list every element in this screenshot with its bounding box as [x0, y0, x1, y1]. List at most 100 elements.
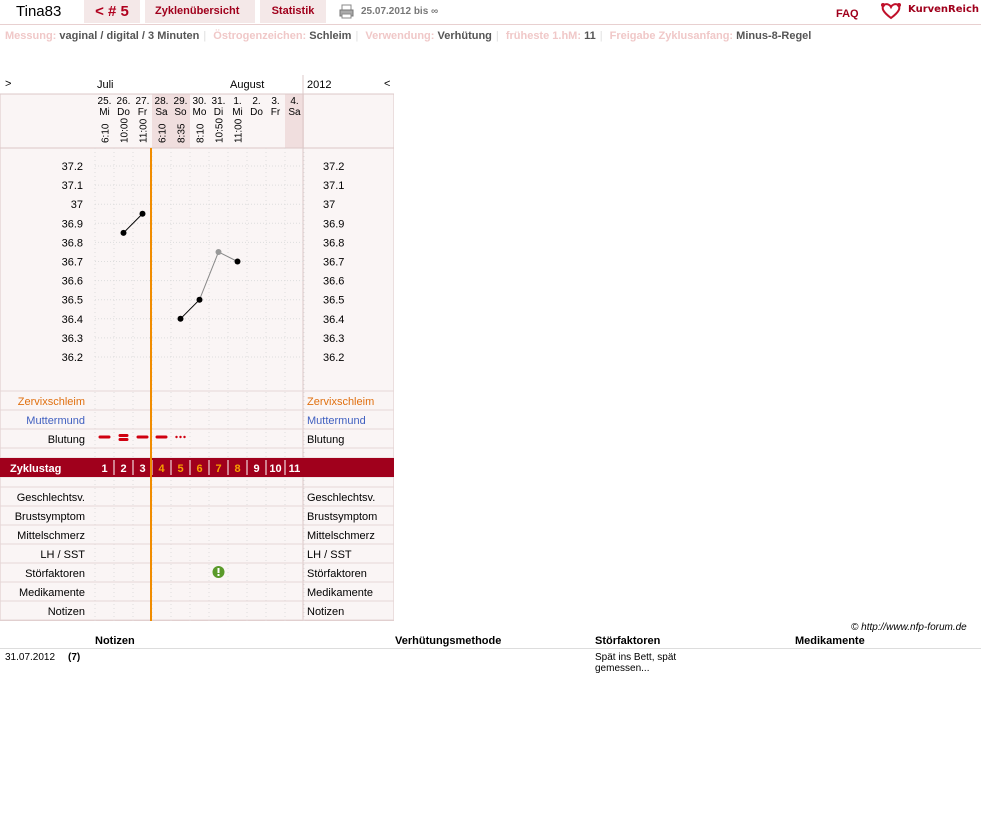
tab-statistics[interactable]: Statistik — [260, 0, 326, 23]
day-date-label: 2. — [252, 96, 260, 107]
y-tick-label-right: 37 — [323, 199, 335, 211]
row-label-left: Geschlechtsv. — [17, 492, 85, 504]
spotting-dot — [179, 435, 182, 439]
day-date-label: 28. — [155, 96, 169, 107]
y-tick-label-right: 36.4 — [323, 314, 344, 326]
y-tick-label: 36.8 — [62, 237, 83, 249]
row-label-left: Zervixschleim — [18, 396, 85, 408]
row-label-left: Störfaktoren — [25, 568, 85, 580]
y-tick-label: 36.4 — [62, 314, 83, 326]
y-tick-label: 36.3 — [62, 333, 83, 345]
y-tick-label: 37.1 — [62, 180, 83, 192]
temp-point[interactable] — [120, 229, 127, 236]
y-tick-label-right: 37.2 — [323, 161, 344, 173]
temp-point[interactable] — [234, 258, 241, 265]
day-time-label: 8:10 — [196, 123, 207, 143]
y-tick-label: 37 — [71, 199, 83, 211]
day-date-label: 27. — [136, 96, 150, 107]
method-header: Verhütungsmethode — [395, 635, 502, 647]
bleeding-mark — [136, 435, 149, 439]
y-tick-label: 36.9 — [62, 218, 83, 230]
temp-point[interactable] — [177, 315, 184, 322]
temp-point[interactable] — [215, 248, 222, 255]
cycle-day-number: 8 — [234, 463, 240, 475]
row-label-left: Brustsymptom — [15, 511, 85, 523]
day-time-label: 6:10 — [158, 123, 169, 143]
temp-point[interactable] — [196, 296, 203, 303]
day-time-label: 10:50 — [215, 118, 226, 143]
row-label-left: Notizen — [48, 606, 85, 618]
cycle-day-number: 1 — [101, 463, 107, 475]
day-weekday-label: Sa — [155, 107, 168, 118]
cycle-day-number: 7 — [215, 463, 221, 475]
row-label-right: Notizen — [307, 606, 344, 618]
day-time-label: 11:00 — [234, 118, 245, 143]
day-weekday-label: Mo — [193, 107, 207, 118]
nav-next-button[interactable]: < — [384, 78, 390, 90]
y-tick-label-right: 36.3 — [323, 333, 344, 345]
day-weekday-label: Sa — [288, 107, 301, 118]
temp-point[interactable] — [139, 210, 146, 217]
info-label-usage: Verwendung: — [365, 30, 435, 42]
note-cycle-day: (7) — [68, 652, 81, 663]
y-tick-label: 36.5 — [62, 295, 83, 307]
day-date-label: 3. — [271, 96, 279, 107]
y-tick-label-right: 36.8 — [323, 237, 344, 249]
nav-prev-button[interactable]: > — [5, 78, 11, 90]
notes-header: Notizen — [95, 635, 135, 647]
cycle-day-number: 5 — [177, 463, 183, 475]
row-label-right: Medikamente — [307, 587, 373, 599]
cycle-day-number: 4 — [158, 463, 165, 475]
disturbance-icon-mark — [217, 568, 220, 573]
day-weekday-label: So — [174, 107, 187, 118]
y-tick-label: 37.2 — [62, 161, 83, 173]
note-row: 31.07.2012 (7) Spät ins Bett, spät gemes… — [0, 648, 981, 674]
day-weekday-label: Mi — [232, 107, 243, 118]
row-label-right: LH / SST — [307, 549, 352, 561]
day-time-label: 11:00 — [139, 118, 150, 143]
heart-logo-icon[interactable] — [880, 2, 902, 20]
info-label-earliest: früheste 1.hM: — [505, 30, 581, 42]
y-tick-label-right: 36.7 — [323, 257, 344, 269]
row-label-right: Mittelschmerz — [307, 530, 375, 542]
y-tick-label-right: 36.5 — [323, 295, 344, 307]
disturbances-header: Störfaktoren — [595, 635, 661, 647]
medication-header: Medikamente — [795, 635, 865, 647]
info-label-release: Freigabe Zyklusanfang: — [609, 30, 734, 42]
date-range: 25.07.2012 bis ∞ — [361, 6, 439, 17]
bleeding-mark — [118, 438, 129, 441]
cycle-chart: > <2012 Juli August 25. Mi 6:10 26. Do 10:00 27. Fr… — [0, 74, 395, 622]
bleeding-mark — [155, 435, 168, 439]
spotting-dot — [183, 435, 186, 439]
day-weekday-label: Fr — [271, 107, 281, 118]
day-date-label: 31. — [212, 96, 226, 107]
tab-cycle-overview[interactable]: Zyklenübersicht — [145, 0, 255, 23]
user-name: Tina83 — [0, 0, 82, 23]
month-bar-bg — [0, 75, 394, 94]
note-disturbance: Spät ins Bett, spät gemessen... — [595, 652, 677, 674]
top-bar: Tina83 < # 5 Zyklenübersicht Statistik 2… — [0, 0, 981, 25]
day-weekday-label: Fr — [138, 107, 148, 118]
day-weekday-label: Mi — [99, 107, 110, 118]
cycle-nav-button[interactable]: < # 5 — [84, 0, 140, 23]
copyright: © http://www.nfp-forum.de — [851, 622, 967, 633]
y-tick-label: 36.7 — [62, 257, 83, 269]
day-weekday-label: Do — [250, 107, 263, 118]
row-label-left: Medikamente — [19, 587, 85, 599]
row-label-left: Mittelschmerz — [17, 530, 85, 542]
day-date-label: 4. — [290, 96, 298, 107]
y-tick-label-right: 36.6 — [323, 276, 344, 288]
note-date: 31.07.2012 — [5, 652, 56, 663]
y-tick-label-right: 37.1 — [323, 180, 344, 192]
info-bar: Messung: vaginal / digital / 3 Minuten | … — [5, 30, 812, 42]
cycle-day-number: 2 — [120, 463, 126, 475]
faq-link[interactable]: FAQ — [836, 8, 859, 20]
printer-icon[interactable] — [339, 4, 354, 19]
cycle-day-number: 6 — [196, 463, 202, 475]
day-time-label: 8:35 — [177, 123, 188, 143]
cycle-day-number: 9 — [253, 463, 259, 475]
logo-text[interactable]: KurvenReich — [908, 4, 979, 15]
y-tick-label-right: 36.2 — [323, 352, 344, 364]
month-label: August — [230, 79, 264, 91]
day-weekday-label: Di — [214, 107, 223, 118]
